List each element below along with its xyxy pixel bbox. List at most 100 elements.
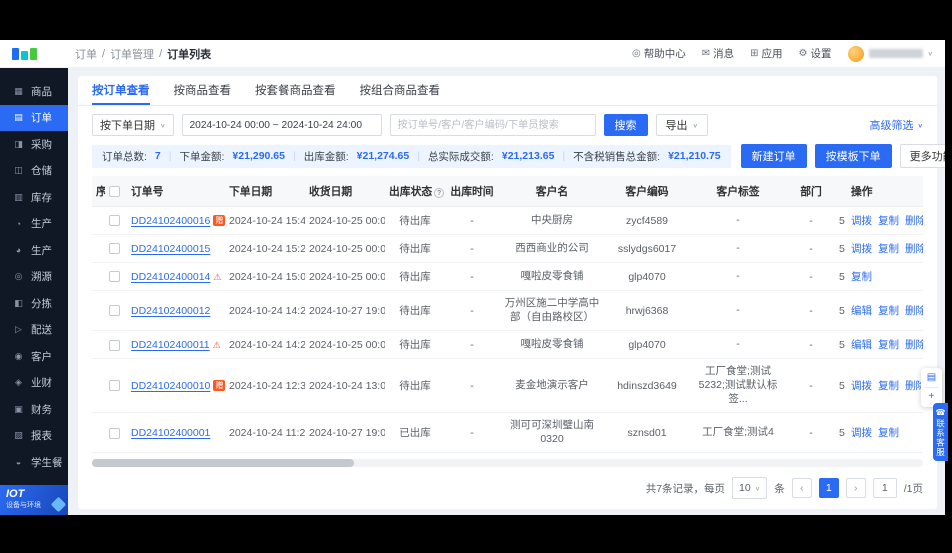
gift-badge: 赠 (213, 214, 225, 226)
row-checkbox[interactable] (109, 380, 120, 392)
info-icon[interactable]: ? (434, 188, 445, 198)
row-checkbox[interactable] (109, 427, 120, 439)
task-list-icon[interactable]: ▤ (927, 372, 936, 384)
scrollbar-thumb[interactable] (92, 459, 354, 468)
create-order-button[interactable]: 新建订单 (740, 144, 807, 168)
sidebar-item-sorting[interactable]: ◧ 分拣 (0, 290, 68, 317)
table-row: DD24102400012 2024-10-24 14:26 2024-10-2… (92, 290, 923, 332)
delete-link[interactable]: 删除 (905, 339, 923, 351)
sidebar-item-production-2[interactable]: ◕ 生产 (0, 237, 68, 264)
iot-module-button[interactable]: IOT 设备与环境 (0, 485, 68, 515)
next-page-button[interactable]: › (845, 478, 866, 499)
order-number-link[interactable]: DD24102400014 (131, 271, 210, 283)
page-size-select[interactable]: 10 ∨ (732, 477, 768, 500)
table-header-row: 序 订单号 下单日期 收货日期 出库状态? 出库时间 客户名 客户编码 客户标签… (92, 176, 923, 207)
horizontal-scrollbar[interactable] (92, 459, 923, 468)
order-number-link[interactable]: DD24102400001 (131, 427, 210, 439)
order-number-link[interactable]: DD24102400015 (131, 243, 210, 255)
messages-button[interactable]: ✉ 消息 (702, 46, 734, 61)
breadcrumb-current: 订单列表 (167, 48, 212, 61)
iot-title: IOT (6, 488, 25, 500)
select-all-checkbox[interactable] (109, 185, 120, 197)
copy-link[interactable]: 复制 (878, 339, 899, 351)
edit-link[interactable]: 编辑 (851, 305, 872, 317)
order-number-link[interactable]: DD24102400010 (131, 380, 210, 392)
tab-by-product[interactable]: 按商品查看 (174, 76, 232, 105)
apps-button[interactable]: ⊞ 应用 (750, 46, 782, 61)
edit-link[interactable]: 编辑 (851, 339, 872, 351)
row-checkbox[interactable] (109, 243, 120, 255)
copy-link[interactable]: 复制 (878, 380, 899, 392)
sidebar-item-inventory[interactable]: ▥ 库存 (0, 184, 68, 211)
breadcrumb-separator: / (159, 47, 163, 60)
search-input[interactable] (389, 114, 596, 136)
sidebar-item-finance[interactable]: ▣ 财务 (0, 396, 68, 423)
sidebar-item-purchasing[interactable]: ◨ 采购 (0, 131, 68, 158)
receive-date-cell: 2024-10-27 19:00 (305, 290, 385, 332)
sidebar-item-student-meals[interactable]: ◒ 学生餐 (0, 449, 68, 476)
order-number-link[interactable]: DD24102400016 (131, 215, 210, 227)
export-button[interactable]: 导出 ∨ (655, 114, 708, 136)
delete-link[interactable]: 删除 (905, 243, 923, 255)
advanced-filter-button[interactable]: 高级筛选 ∨ (870, 117, 924, 133)
order-date-cell: 2024-10-24 12:37 (225, 358, 305, 414)
sidebar-item-orders[interactable]: ▤ 订单 (0, 104, 68, 131)
breadcrumb-orders[interactable]: 订单 (75, 46, 97, 62)
copy-link[interactable]: 复制 (878, 243, 899, 255)
order-list-card: 按订单查看 按商品查看 按套餐商品查看 按组合商品查看 按下单日期 ∨ 2024… (78, 76, 945, 510)
col-operations: 操作 (847, 176, 923, 207)
delete-link[interactable]: 删除 (905, 215, 923, 227)
copy-link[interactable]: 复制 (878, 427, 899, 439)
row-checkbox[interactable] (109, 305, 120, 317)
sidebar-item-reports[interactable]: ▨ 报表 (0, 423, 68, 450)
breadcrumb-order-management[interactable]: 订单管理 (110, 46, 154, 62)
delete-link[interactable]: 删除 (905, 305, 923, 317)
row-checkbox[interactable] (109, 339, 120, 351)
contact-support-tab[interactable]: ☎ 联系客服 (933, 403, 948, 461)
date-range-input[interactable]: 2024-10-24 00:00 ~ 2024-10-24 24:00 (181, 114, 382, 136)
transfer-link[interactable]: 调拨 (851, 243, 872, 255)
customers-icon: ◉ (14, 350, 23, 361)
tab-by-combo-product[interactable]: 按套餐商品查看 (255, 76, 336, 105)
date-field-select[interactable]: 按下单日期 ∨ (92, 114, 174, 136)
transfer-link[interactable]: 调拨 (851, 380, 872, 392)
sidebar-item-products[interactable]: ▦ 商品 (0, 78, 68, 105)
help-center-button[interactable]: ◎ 帮助中心 (632, 46, 686, 61)
settings-button[interactable]: ⚙ 设置 (799, 46, 832, 61)
sidebar-item-customers[interactable]: ◉ 客户 (0, 343, 68, 370)
template-order-button[interactable]: 按模板下单 (814, 144, 892, 168)
order-number-link[interactable]: DD24102400011 (131, 339, 210, 351)
transfer-link[interactable]: 调拨 (851, 427, 872, 439)
copy-link[interactable]: 复制 (878, 215, 899, 227)
customer-cell: 嘎啦皮零食铺 (499, 330, 605, 360)
sidebar-item-business-finance[interactable]: ◈ 业财 (0, 370, 68, 397)
view-tabs: 按订单查看 按商品查看 按套餐商品查看 按组合商品查看 (78, 76, 937, 106)
page-1-button[interactable]: 1 (818, 478, 839, 499)
search-button[interactable]: 搜索 (603, 114, 648, 136)
row-checkbox[interactable] (109, 215, 120, 227)
tab-by-order[interactable]: 按订单查看 (92, 76, 150, 105)
status-cell: 待出库 (385, 234, 445, 263)
sidebar-item-warehouse[interactable]: ◫ 仓储 (0, 158, 68, 185)
sidebar-item-delivery[interactable]: ▷ 配送 (0, 317, 68, 344)
order-number-link[interactable]: DD24102400012 (131, 305, 210, 317)
sidebar-item-trace[interactable]: ◎ 溯源 (0, 264, 68, 291)
sidebar-item-production-1[interactable]: ◔ 生产 (0, 211, 68, 238)
page-jump-input[interactable]: 1 (872, 478, 897, 499)
customer-cell: 西西商业的公司 (499, 234, 605, 263)
transfer-link[interactable]: 调拨 (851, 215, 872, 227)
tab-by-bundle-product[interactable]: 按组合商品查看 (360, 76, 441, 105)
row-checkbox[interactable] (109, 271, 120, 283)
user-menu[interactable]: ∨ (847, 45, 933, 62)
copy-link[interactable]: 复制 (878, 305, 899, 317)
sidebar-label: 库存 (31, 191, 52, 204)
copy-link[interactable]: 复制 (851, 271, 872, 283)
customer-tag-cell: 工厂食堂;测试4 (689, 412, 787, 454)
add-task-icon[interactable]: + (929, 391, 935, 403)
pagination-unit: 条 (774, 482, 785, 495)
headset-icon: ☎ (935, 407, 946, 417)
breadcrumb-separator: / (102, 47, 106, 60)
table-row: DD24102400015 2024-10-24 15:23 2024-10-2… (92, 234, 923, 263)
more-functions-button[interactable]: 更多功能 ∨ (899, 144, 945, 168)
prev-page-button[interactable]: ‹ (791, 478, 812, 499)
